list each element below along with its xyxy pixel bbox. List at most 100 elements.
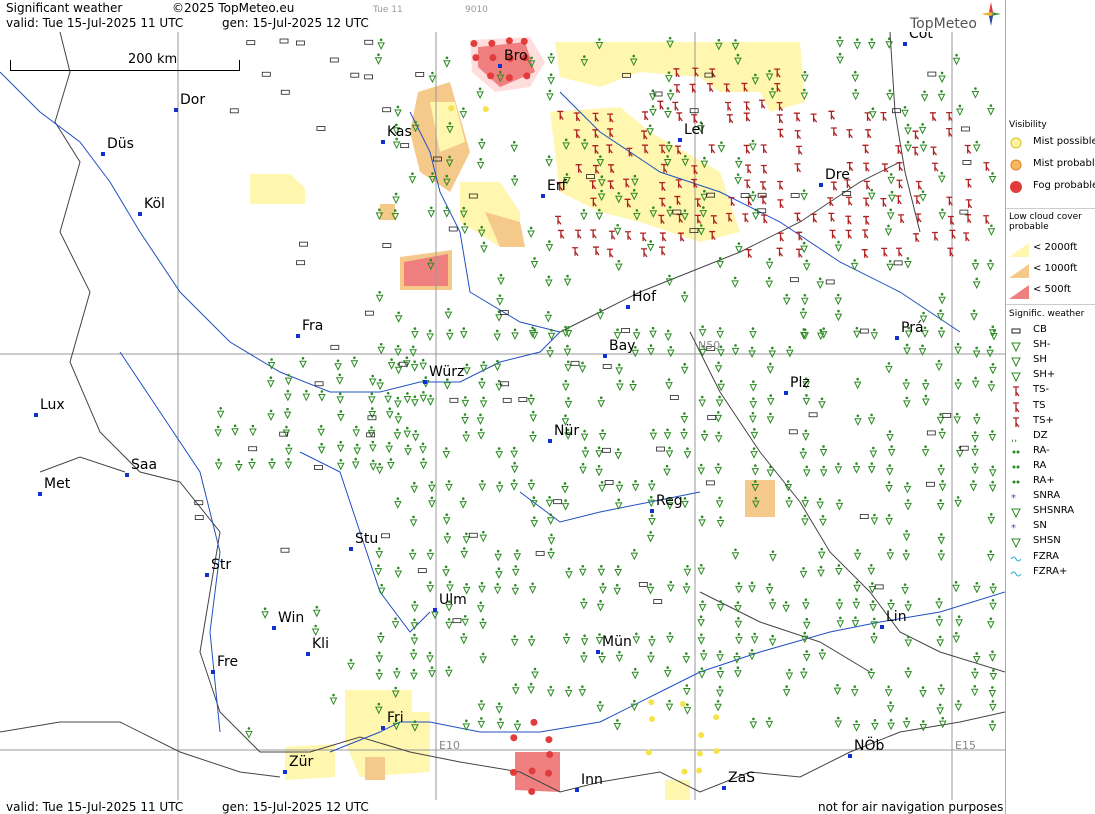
- legend-sigwx-2-swatch: [1009, 355, 1023, 368]
- cb-symbol: [962, 160, 972, 165]
- city-marker-praha: [895, 336, 899, 340]
- shower-symbol: [973, 413, 981, 425]
- legend-sigwx-15-label: FZRA: [1033, 550, 1059, 562]
- cb-symbol: [553, 499, 563, 505]
- shower-symbol: [580, 651, 588, 664]
- city-marker-innsbruck: [575, 788, 579, 792]
- legend-sigwx-1: SH-: [1007, 339, 1095, 353]
- shower-symbol: [972, 652, 981, 664]
- thunderstorm-symbol: [810, 213, 818, 223]
- shower-symbol: [666, 580, 675, 593]
- cb-symbol: [314, 381, 324, 387]
- thunderstorm-symbol: [761, 214, 768, 224]
- city-label-wuerzburg: Würz: [429, 364, 465, 380]
- shower-symbol: [919, 140, 928, 153]
- cb-symbol: [604, 480, 614, 485]
- shower-symbol: [954, 342, 962, 355]
- shower-symbol: [403, 392, 412, 404]
- shower-symbol: [598, 429, 607, 441]
- thunderstorm-symbol: [947, 215, 955, 225]
- shower-symbol: [579, 462, 587, 475]
- shower-symbol: [510, 174, 519, 187]
- cb-symbol: [448, 226, 458, 232]
- thunderstorm-symbol: [725, 101, 732, 111]
- shower-symbol: [428, 496, 436, 508]
- city-marker-bayreuth: [603, 354, 607, 358]
- cb-symbol: [364, 310, 374, 316]
- shower-symbol: [938, 171, 946, 184]
- shower-symbol: [386, 407, 394, 419]
- cb-symbol: [280, 547, 290, 553]
- fog-symbol: [528, 767, 536, 775]
- shower-symbol: [513, 549, 522, 561]
- map-canvas[interactable]: [0, 32, 1005, 800]
- cb-symbol: [316, 126, 326, 131]
- cb-symbol: [295, 40, 305, 46]
- shower-symbol: [394, 311, 403, 323]
- shower-symbol: [735, 633, 743, 645]
- shower-symbol: [477, 428, 485, 440]
- shower-symbol: [867, 413, 876, 426]
- shower-symbol: [836, 616, 845, 629]
- legend-sigwx-3-swatch: [1009, 370, 1023, 383]
- shower-symbol: [716, 516, 725, 528]
- thunderstorm-symbol: [965, 199, 973, 209]
- city-marker-koeln: [138, 212, 142, 216]
- shower-symbol: [544, 311, 553, 323]
- legend-sigwx-12-label: SHSNRA: [1033, 505, 1075, 517]
- city-label-klippeneck: Kli: [312, 636, 329, 652]
- legend-sigwx-0: CB: [1007, 324, 1095, 338]
- shower-symbol: [935, 597, 943, 610]
- shower-symbol: [480, 241, 488, 254]
- mist-symbol: [482, 106, 489, 113]
- shower-symbol: [419, 390, 428, 403]
- cb-symbol: [296, 260, 305, 266]
- legend-vis-1-label: Mist probable: [1033, 158, 1095, 169]
- legend-sigwx-5: TS: [1007, 400, 1095, 414]
- city-marker-dresden: [819, 183, 823, 187]
- shower-symbol: [547, 73, 555, 85]
- shower-symbol: [937, 684, 945, 696]
- thunderstorm-symbol: [983, 162, 990, 172]
- thunderstorm-symbol: [743, 112, 751, 122]
- legend-sigwx-10-label: RA+: [1033, 475, 1055, 486]
- thunderstorm-symbol: [676, 112, 683, 122]
- legend-sigwx-1-swatch: [1009, 340, 1023, 353]
- shower-symbol: [393, 428, 402, 440]
- shower-symbol: [511, 683, 520, 695]
- city-marker-zellamsee: [722, 786, 726, 790]
- shower-symbol: [527, 226, 535, 239]
- thunderstorm-symbol: [641, 111, 649, 121]
- cb-symbol: [891, 108, 901, 114]
- shower-symbol: [394, 497, 402, 509]
- shower-symbol: [666, 345, 675, 358]
- shower-symbol: [664, 329, 672, 342]
- thunderstorm-symbol: [555, 215, 562, 225]
- shower-symbol: [714, 463, 723, 475]
- rivers: [0, 71, 1005, 753]
- shower-symbol: [989, 700, 997, 712]
- shower-symbol: [375, 669, 384, 681]
- cb-symbol: [299, 241, 308, 247]
- thunderstorm-symbol: [845, 196, 853, 206]
- shower-symbol: [800, 241, 808, 254]
- scale-label: 200 km: [128, 52, 178, 67]
- legend-panel: Visibility Mist possible Mist probable Fog…: [1005, 0, 1095, 814]
- weather-map[interactable]: 200 km N50 E10 E15 Mün Dor Düs Köl Kas Bro Lei…: [0, 32, 1005, 800]
- shower-symbol: [870, 328, 879, 340]
- shower-symbol: [459, 497, 467, 509]
- shower-symbol: [317, 424, 325, 437]
- shower-symbol: [614, 565, 622, 577]
- mist-symbol: [713, 748, 720, 755]
- shower-symbol: [918, 123, 927, 135]
- shower-symbol: [887, 445, 896, 457]
- shower-symbol: [495, 702, 504, 714]
- city-label-saarbruecken: Saa: [131, 457, 158, 473]
- thunderstorm-symbol: [863, 180, 871, 190]
- cb-symbol: [926, 481, 935, 487]
- thunderstorm-symbol: [606, 248, 614, 258]
- shower-symbol: [853, 38, 862, 50]
- shower-symbol: [647, 344, 655, 356]
- city-label-dresden: Dre: [825, 167, 850, 183]
- shower-symbol: [751, 464, 760, 476]
